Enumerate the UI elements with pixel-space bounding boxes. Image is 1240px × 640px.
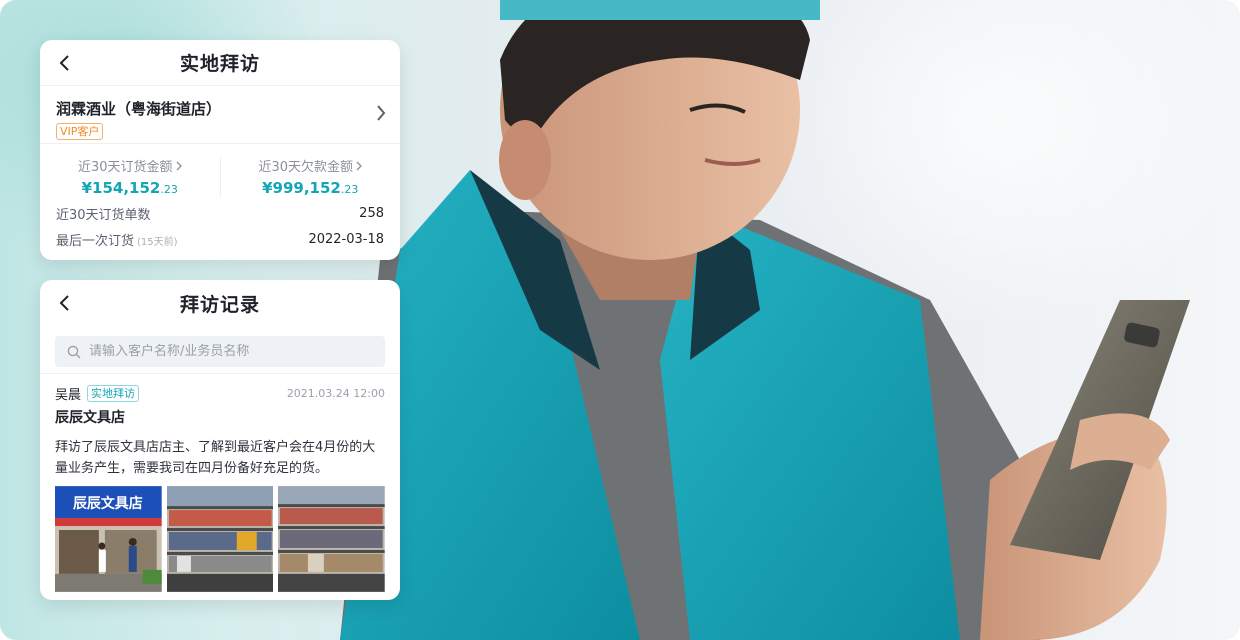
store-name: 润霖酒业（粤海街道店） xyxy=(56,100,222,118)
shelf-photo[interactable] xyxy=(166,486,274,592)
search-icon xyxy=(67,345,81,358)
record-photos: 辰辰文具店 xyxy=(55,486,386,592)
last-order-row: 最后一次订货 (15天前) 2022-03-18 xyxy=(40,226,400,252)
page-title: 实地拜访 xyxy=(179,53,260,75)
record-store: 辰辰文具店 xyxy=(55,410,125,426)
debt-amount-stat[interactable]: 近30天欠款金额 ¥999,152.23 xyxy=(219,156,401,198)
chevron-right-icon xyxy=(356,161,362,170)
last-order-hint: (15天前) xyxy=(137,236,178,248)
last-order-label: 最后一次订货 xyxy=(56,233,135,249)
order-amount-value: ¥154,152.23 xyxy=(81,179,178,197)
visit-type-tag: 实地拜访 xyxy=(87,385,140,402)
chevron-right-icon[interactable] xyxy=(376,104,386,126)
field-visit-card: 实地拜访 润霖酒业（粤海街道店） VIP客户 近30天订货金额 ¥154,152… xyxy=(40,40,400,260)
last-order-value: 2022-03-18 xyxy=(308,231,384,247)
hero-banner: 实地拜访 润霖酒业（粤海街道店） VIP客户 近30天订货金额 ¥154,152… xyxy=(0,0,1240,640)
record-time: 2021.03.24 12:00 xyxy=(286,387,385,400)
record-person: 吴晨 xyxy=(55,388,82,403)
store-row[interactable]: 润霖酒业（粤海街道店） VIP客户 xyxy=(40,86,400,144)
vip-badge: VIP客户 xyxy=(56,123,104,140)
shelf-photo[interactable] xyxy=(278,486,386,592)
debt-amount-label: 近30天欠款金额 xyxy=(258,160,354,175)
records-header: 拜访记录 xyxy=(40,280,400,326)
storefront-photo[interactable]: 辰辰文具店 xyxy=(55,486,162,592)
back-arrow-icon[interactable] xyxy=(54,53,74,73)
order-count-value: 258 xyxy=(359,205,384,221)
field-visit-header: 实地拜访 xyxy=(40,40,400,86)
storefront-sign-text: 辰辰文具店 xyxy=(73,495,143,512)
search-input[interactable] xyxy=(89,344,369,359)
order-amount-stat[interactable]: 近30天订货金额 ¥154,152.23 xyxy=(40,156,220,198)
list-item[interactable]: 吴晨 实地拜访 2021.03.24 12:00 辰辰文具店 拜访了辰辰文具店店… xyxy=(40,374,400,592)
order-count-label: 近30天订货单数 xyxy=(56,207,151,223)
visit-records-card: 拜访记录 吴晨 实地拜访 2021.03.24 12:00 辰辰文具店 拜访了辰… xyxy=(40,280,400,600)
record-text: 拜访了辰辰文具店店主、了解到最近客户会在4月份的大量业务产生，需要我司在四月份备… xyxy=(55,440,376,476)
order-amount-label: 近30天订货金额 xyxy=(77,160,173,175)
search-box[interactable] xyxy=(55,336,385,367)
page-title: 拜访记录 xyxy=(179,293,260,316)
back-arrow-icon[interactable] xyxy=(54,293,74,313)
debt-amount-value: ¥999,152.23 xyxy=(262,179,359,197)
chevron-right-icon xyxy=(176,161,182,170)
stats-row: 近30天订货金额 ¥154,152.23 近30天欠款金额 ¥999,152.2… xyxy=(40,144,400,198)
order-count-row: 近30天订货单数 258 xyxy=(40,200,400,226)
